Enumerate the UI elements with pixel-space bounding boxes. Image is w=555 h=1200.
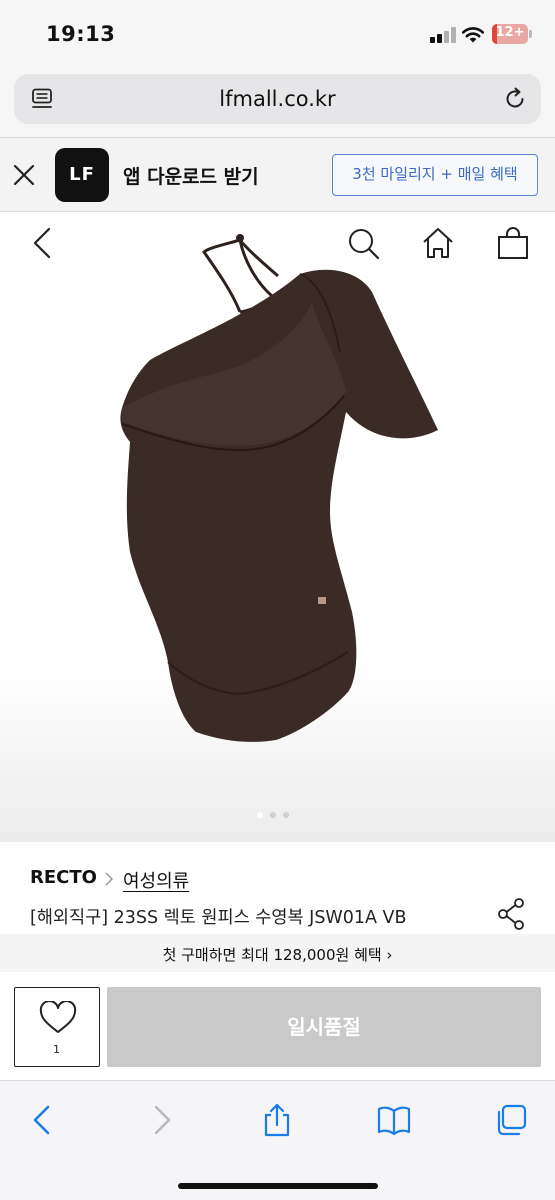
bookmarks-icon[interactable] xyxy=(377,1103,411,1137)
home-icon[interactable] xyxy=(421,226,455,260)
like-count: 1 xyxy=(53,1043,60,1056)
pagination-dot[interactable] xyxy=(270,812,276,818)
product-title: [해외직구] 23SS 렉토 원피스 수영복 JSW01A VB xyxy=(30,908,407,928)
home-indicator[interactable] xyxy=(178,1183,378,1189)
battery-level: 12+ xyxy=(495,25,525,40)
pagination-dot[interactable] xyxy=(283,812,289,818)
battery-icon: 12+ xyxy=(492,24,528,44)
cellular-signal-icon xyxy=(430,27,456,43)
browser-back-icon[interactable] xyxy=(26,1103,60,1137)
status-bar: 19:13 12+ xyxy=(0,0,555,66)
address-bar[interactable]: lfmall.co.kr xyxy=(14,74,541,124)
chevron-right-icon xyxy=(105,872,114,886)
search-icon[interactable] xyxy=(346,226,380,260)
close-icon[interactable] xyxy=(12,163,36,187)
tabs-icon[interactable] xyxy=(494,1103,528,1137)
pagination-dot-active[interactable] xyxy=(257,812,263,818)
browser-toolbar xyxy=(0,1080,555,1200)
like-button[interactable]: 1 xyxy=(14,987,100,1067)
soldout-button[interactable]: 일시품절 xyxy=(107,987,541,1067)
browser-forward-icon[interactable] xyxy=(144,1103,178,1137)
purchase-bar: 1 일시품절 xyxy=(0,972,555,1080)
status-time: 19:13 xyxy=(46,22,116,46)
benefit-text[interactable]: 첫 구매하면 최대 128,000원 혜택 › xyxy=(0,944,555,965)
share-sheet-icon[interactable] xyxy=(260,1103,294,1137)
banner-title: 앱 다운로드 받기 xyxy=(123,166,259,188)
share-icon[interactable] xyxy=(497,898,527,930)
app-download-banner: LF 앱 다운로드 받기 3천 마일리지 + 매일 혜택 xyxy=(0,138,555,212)
lf-app-logo: LF xyxy=(55,148,109,202)
app-benefit-button[interactable]: 3천 마일리지 + 매일 혜택 xyxy=(332,154,538,196)
brand-link[interactable]: RECTO xyxy=(30,867,97,888)
reload-icon[interactable] xyxy=(502,86,528,112)
product-photo-swimsuit xyxy=(120,234,438,742)
browser-address-area: lfmall.co.kr xyxy=(0,66,555,138)
first-purchase-benefit-banner[interactable]: 첫 구매하면 최대 128,000원 혜택 › xyxy=(0,934,555,972)
battery-nub xyxy=(529,30,532,38)
wifi-icon xyxy=(461,27,485,43)
category-link[interactable]: 여성의류 xyxy=(123,867,189,893)
shopping-bag-icon[interactable] xyxy=(496,226,530,260)
url-text[interactable]: lfmall.co.kr xyxy=(14,87,541,111)
product-image-gallery[interactable] xyxy=(0,212,555,842)
heart-icon xyxy=(39,1001,77,1033)
back-icon[interactable] xyxy=(26,226,60,260)
